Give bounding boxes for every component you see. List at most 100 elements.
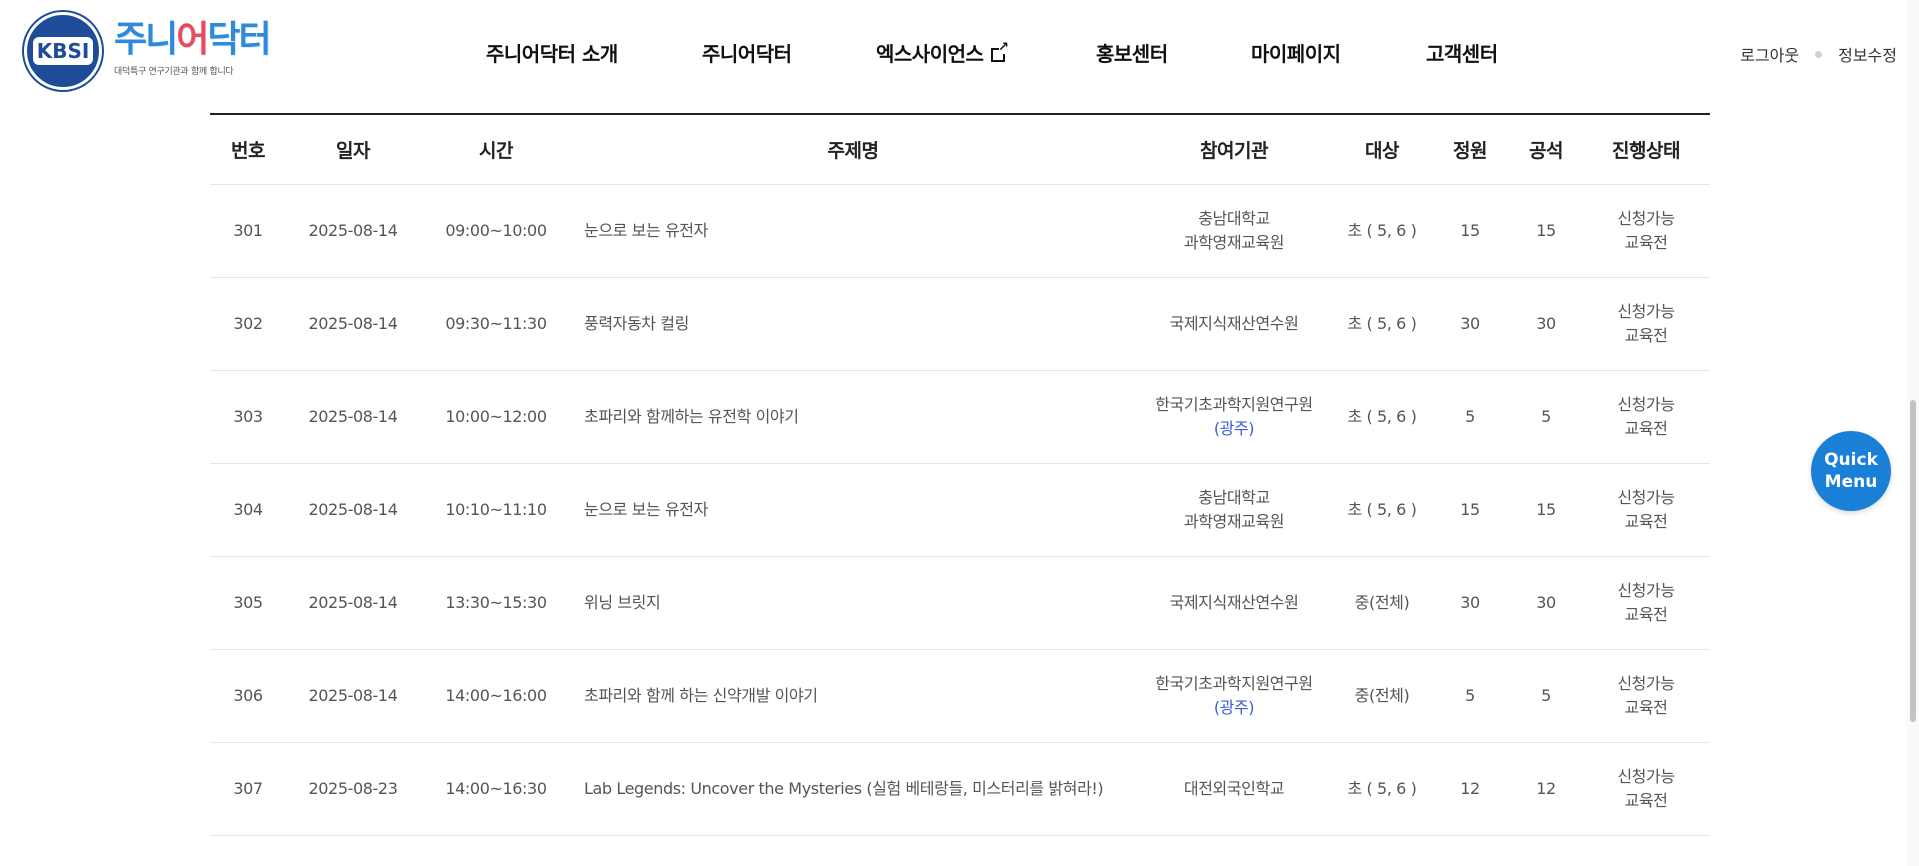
- cell-title[interactable]: 풍력자동차 컬링: [572, 277, 1134, 371]
- col-header-no: 번호: [210, 114, 286, 185]
- cell-vacancy: 12: [1510, 742, 1582, 836]
- status-progress: 교육전: [1624, 791, 1668, 810]
- cell-time: 13:30~15:30: [420, 556, 572, 650]
- cell-time: 09:00~10:00: [420, 184, 572, 278]
- status-apply: 신청가능: [1617, 209, 1675, 228]
- brand-title-part-1: 주니: [114, 19, 178, 60]
- table-row[interactable]: 301 2025-08-14 09:00~10:00 눈으로 보는 유전자 충남대학교 과…: [210, 184, 1710, 278]
- status-progress: 교육전: [1624, 419, 1668, 438]
- cell-title[interactable]: 눈으로 보는 유전자: [572, 184, 1134, 278]
- nav-about[interactable]: 주니어닥터 소개: [486, 38, 618, 67]
- cell-time: 10:10~11:10: [420, 463, 572, 557]
- org-name: 충남대학교: [1198, 488, 1270, 507]
- cell-capacity: 30: [1430, 556, 1510, 650]
- cell-date: 2025-08-14: [286, 556, 420, 650]
- cell-no: 307: [210, 742, 286, 836]
- cell-date: 2025-08-14: [286, 184, 420, 278]
- cell-status: 신청가능교육전: [1582, 184, 1710, 278]
- cell-date: 2025-08-14: [286, 463, 420, 557]
- cell-target: 중(전체): [1334, 649, 1430, 743]
- program-table: 번호 일자 시간 주제명 참여기관 대상 정원 공석 진행상태 301 2025-08-14 09:…: [210, 113, 1710, 836]
- cell-status: 신청가능교육전: [1582, 556, 1710, 650]
- cell-capacity: 5: [1430, 649, 1510, 743]
- cell-org: 충남대학교 과학영재교육원: [1134, 184, 1334, 278]
- col-header-title: 주제명: [572, 114, 1134, 185]
- col-header-target: 대상: [1334, 114, 1430, 185]
- status-progress: 교육전: [1624, 605, 1668, 624]
- cell-time: 14:00~16:30: [420, 742, 572, 836]
- cell-title[interactable]: 위닝 브릿지: [572, 556, 1134, 650]
- status-progress: 교육전: [1624, 326, 1668, 345]
- col-header-org: 참여기관: [1134, 114, 1334, 185]
- separator-dot: [1815, 50, 1823, 58]
- quick-menu-button[interactable]: Quick Menu: [1811, 431, 1891, 511]
- cell-vacancy: 5: [1510, 649, 1582, 743]
- quick-menu-label-1: Quick: [1824, 450, 1878, 470]
- external-link-icon: [991, 41, 1008, 62]
- cell-vacancy: 15: [1510, 184, 1582, 278]
- brand-title: 주니어닥터: [114, 19, 272, 60]
- cell-org: 국제지식재산연수원: [1134, 556, 1334, 650]
- cell-time: 09:30~11:30: [420, 277, 572, 371]
- page-scrollbar[interactable]: [1907, 0, 1919, 866]
- cell-title[interactable]: 초파리와 함께 하는 신약개발 이야기: [572, 649, 1134, 743]
- cell-target: 초 ( 5, 6 ): [1334, 277, 1430, 371]
- cell-time: 14:00~16:00: [420, 649, 572, 743]
- cell-org: 한국기초과학지원연구원 (광주): [1134, 649, 1334, 743]
- kbsi-logo-text: KBSI: [32, 37, 94, 65]
- table-row[interactable]: 304 2025-08-14 10:10~11:10 눈으로 보는 유전자 충남대학교 과…: [210, 463, 1710, 557]
- status-progress: 교육전: [1624, 233, 1668, 252]
- table-row[interactable]: 306 2025-08-14 14:00~16:00 초파리와 함께 하는 신약개발 …: [210, 649, 1710, 743]
- table-body: 301 2025-08-14 09:00~10:00 눈으로 보는 유전자 충남대학교 과…: [210, 184, 1710, 836]
- cell-status: 신청가능 교육전: [1582, 649, 1710, 743]
- kbsi-logo[interactable]: KBSI: [24, 12, 102, 90]
- scrollbar-thumb[interactable]: [1910, 400, 1916, 722]
- table-row[interactable]: 302 2025-08-14 09:30~11:30 풍력자동차 컬링 국제지식재산연수…: [210, 277, 1710, 371]
- cell-no: 305: [210, 556, 286, 650]
- cell-target: 초 ( 5, 6 ): [1334, 370, 1430, 464]
- cell-no: 303: [210, 370, 286, 464]
- col-header-status: 진행상태: [1582, 114, 1710, 185]
- logout-link[interactable]: 로그아웃: [1740, 42, 1799, 66]
- edit-profile-link[interactable]: 정보수정: [1838, 42, 1897, 66]
- status-apply: 신청가능: [1617, 767, 1675, 786]
- nav-customer-center[interactable]: 고객센터: [1426, 38, 1498, 67]
- org-name: 한국기초과학지원연구원: [1155, 674, 1313, 693]
- nav-mypage[interactable]: 마이페이지: [1251, 38, 1341, 67]
- brand-subtitle: 대덕특구 연구기관과 함께 합니다: [114, 67, 234, 77]
- cell-target: 초 ( 5, 6 ): [1334, 742, 1430, 836]
- cell-vacancy: 30: [1510, 556, 1582, 650]
- cell-no: 304: [210, 463, 286, 557]
- nav-promotion[interactable]: 홍보센터: [1096, 38, 1168, 67]
- col-header-date: 일자: [286, 114, 420, 185]
- cell-target: 중(전체): [1334, 556, 1430, 650]
- table-row[interactable]: 307 2025-08-23 14:00~16:30 Lab Legends: Unc…: [210, 742, 1710, 836]
- status-apply: 신청가능: [1617, 581, 1675, 600]
- cell-no: 306: [210, 649, 286, 743]
- nav-junior-doctor[interactable]: 주니어닥터: [702, 38, 792, 67]
- cell-org: 충남대학교 과학영재교육원: [1134, 463, 1334, 557]
- nav-xscience-label: 엑스사이언스: [876, 42, 984, 66]
- table-row[interactable]: 303 2025-08-14 10:00~12:00 초파리와 함께하는 유전학 이야…: [210, 370, 1710, 464]
- nav-xscience[interactable]: 엑스사이언스: [876, 38, 1008, 67]
- org-name-line2: (광주): [1213, 698, 1255, 717]
- table-row[interactable]: 305 2025-08-14 13:30~15:30 위닝 브릿지 국제지식재산연수원 중…: [210, 556, 1710, 650]
- cell-capacity: 15: [1430, 184, 1510, 278]
- site-logo[interactable]: KBSI 주니어닥터 대덕특구 연구기관과 함께 합니다: [24, 12, 272, 90]
- cell-status: 신청가능교육전: [1582, 742, 1710, 836]
- cell-status: 신청가능 교육전: [1582, 463, 1710, 557]
- org-name: 충남대학교: [1198, 209, 1270, 228]
- org-name-line2: (광주): [1213, 419, 1255, 438]
- cell-vacancy: 30: [1510, 277, 1582, 371]
- cell-capacity: 30: [1430, 277, 1510, 371]
- brand-title-part-2: 어: [176, 19, 209, 60]
- cell-vacancy: 15: [1510, 463, 1582, 557]
- cell-target: 초 ( 5, 6 ): [1334, 184, 1430, 278]
- cell-org: 국제지식재산연수원: [1134, 277, 1334, 371]
- cell-title[interactable]: 초파리와 함께하는 유전학 이야기: [572, 370, 1134, 464]
- cell-vacancy: 5: [1510, 370, 1582, 464]
- brand-title-part-3: 닥터: [207, 19, 271, 60]
- junior-doctor-logo[interactable]: 주니어닥터 대덕특구 연구기관과 함께 합니다: [114, 19, 272, 78]
- cell-title[interactable]: 눈으로 보는 유전자: [572, 463, 1134, 557]
- cell-title[interactable]: Lab Legends: Uncover the Mysteries (실험 베…: [572, 742, 1134, 836]
